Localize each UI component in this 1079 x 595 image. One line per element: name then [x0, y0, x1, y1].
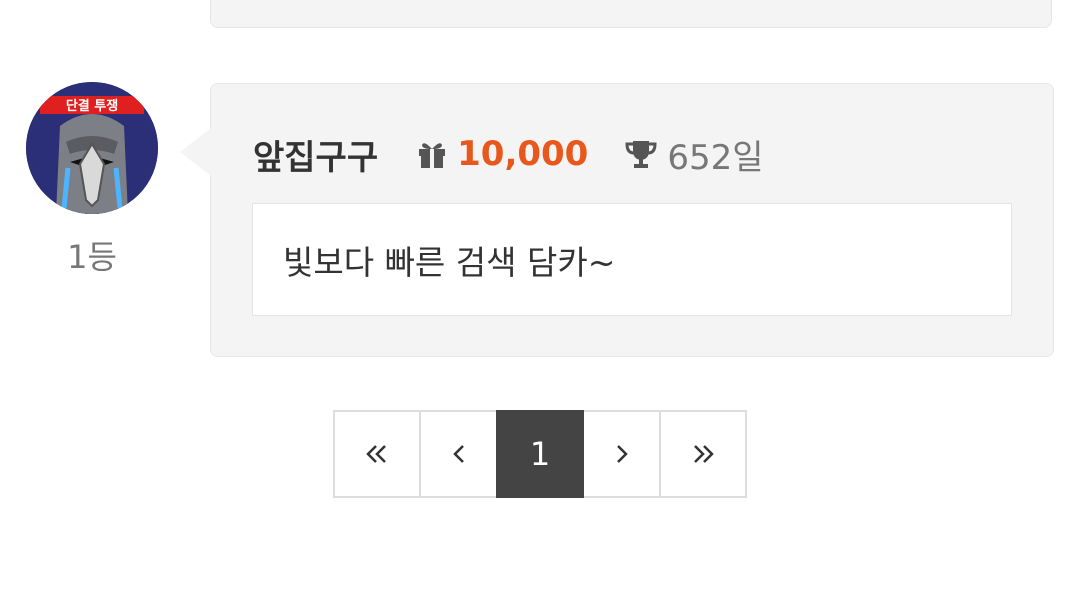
comment-body: 빛보다 빠른 검색 담카~ [252, 203, 1012, 316]
prev-page-button[interactable] [419, 410, 498, 498]
last-page-button[interactable] [659, 410, 747, 498]
avatar[interactable]: 단결 투쟁 [26, 82, 158, 214]
previous-comment-card [210, 0, 1052, 28]
comment-meta: 앞집구구 10,000 652일 [253, 128, 764, 180]
page-1-button[interactable]: 1 [496, 410, 584, 498]
days-value: 652일 [667, 137, 764, 178]
nickname[interactable]: 앞집구구 [253, 130, 378, 179]
first-page-button[interactable] [333, 410, 421, 498]
next-page-icon [616, 445, 628, 463]
gift-icon [416, 138, 448, 170]
card-pointer [180, 128, 211, 176]
avatar-image: 단결 투쟁 [26, 82, 158, 214]
last-page-icon [694, 445, 714, 463]
points-badge: 10,000 [416, 134, 588, 174]
comment-text: 빛보다 빠른 검색 담카~ [283, 242, 616, 282]
first-page-icon [366, 445, 386, 463]
svg-text:단결 투쟁: 단결 투쟁 [66, 98, 118, 114]
days-badge: 652일 [624, 130, 764, 179]
points-value: 10,000 [457, 134, 589, 174]
pagination: 1 [333, 410, 747, 498]
prev-page-icon [452, 445, 464, 463]
trophy-icon [624, 138, 658, 170]
rank-label: 1등 [67, 238, 117, 276]
next-page-button[interactable] [582, 410, 661, 498]
